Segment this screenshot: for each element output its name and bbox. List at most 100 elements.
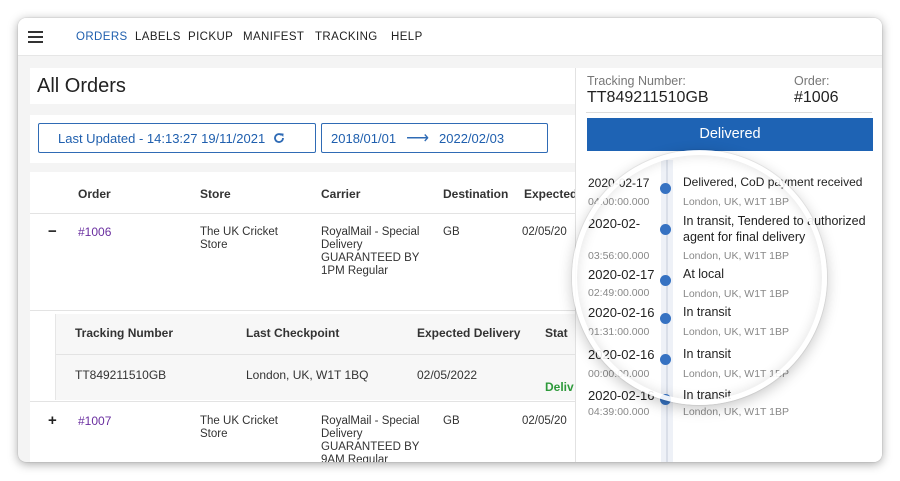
- last-updated-label: Last Updated - 14:13:27 19/11/2021: [58, 130, 266, 146]
- expected-delivery: 02/05/2022: [417, 368, 478, 382]
- store-line: The UK Cricket: [200, 226, 278, 238]
- timeline-line: [666, 160, 668, 462]
- delivery-status-banner: Delivered: [587, 118, 873, 151]
- status-badge: Deliv: [545, 380, 574, 394]
- carrier-line: 1PM Regular: [321, 265, 389, 277]
- store-line: The UK Cricket: [200, 415, 278, 427]
- divider: [30, 310, 575, 311]
- divider: [30, 213, 575, 214]
- shipment-subtable: Tracking Number Last Checkpoint Expected…: [55, 314, 576, 400]
- column-header-store[interactable]: Store: [200, 187, 231, 201]
- event-status: In transit: [683, 388, 731, 402]
- carrier-line: RoyalMail - Special: [321, 415, 420, 427]
- event-location: London, UK, W1T 1BP: [683, 406, 790, 418]
- event-time: 00:00:00.000: [588, 368, 650, 380]
- nav-help[interactable]: HELP: [391, 31, 423, 43]
- order-label: Order:: [794, 74, 830, 88]
- orders-table: Order Store Carrier Destination Expected…: [30, 172, 577, 462]
- event-status: In transit, Tendered to authorized: [683, 214, 866, 228]
- expected-date: 02/05/20: [522, 226, 567, 238]
- divider: [586, 112, 872, 113]
- carrier-line: Delivery: [321, 239, 363, 251]
- event-date: 2020-02-16: [588, 388, 655, 403]
- nav-orders[interactable]: ORDERS: [76, 31, 128, 43]
- last-checkpoint: London, UK, W1T 1BQ: [246, 368, 369, 382]
- sub-header-tracking-number: Tracking Number: [75, 326, 174, 340]
- event-date: 2020-02-16: [588, 305, 655, 320]
- sub-header-status: Stat: [545, 326, 568, 340]
- hamburger-menu-icon[interactable]: [28, 31, 43, 43]
- expected-date: 02/05/20: [522, 415, 567, 427]
- event-time: 01:31:00.000: [588, 326, 650, 338]
- destination: GB: [443, 226, 460, 238]
- event-location: London, UK, W1T 1BP: [683, 288, 790, 300]
- carrier-line: RoyalMail - Special: [321, 226, 420, 238]
- tracking-timeline: 2020-02-17 04:00:00.000 Delivered, CoD p…: [576, 160, 882, 462]
- carrier-name: RoyalMail - Special Delivery GUARANTEED …: [321, 415, 419, 462]
- event-date: 2020-02-17: [588, 267, 655, 282]
- timeline-dot: [660, 394, 671, 405]
- tracking-detail-panel: Tracking Number: TT849211510GB Order: #1…: [575, 68, 882, 462]
- divider: [56, 354, 576, 355]
- app-window: ORDERS LABELS PICKUP MANIFEST TRACKING H…: [18, 18, 882, 462]
- event-date: 2020-02-: [588, 216, 641, 231]
- destination: GB: [443, 415, 460, 427]
- page-title: All Orders: [37, 75, 126, 97]
- event-location: London, UK, W1T 1BP: [683, 326, 790, 338]
- date-from[interactable]: 2018/01/01: [331, 131, 396, 146]
- order-link[interactable]: #1006: [78, 226, 111, 239]
- carrier-line: GUARANTEED BY: [321, 441, 420, 453]
- event-status: At local: [683, 267, 724, 281]
- page-title-card: All Orders: [30, 68, 575, 104]
- nav-pickup[interactable]: PICKUP: [188, 31, 233, 43]
- event-time: 03:56:00.000: [588, 250, 650, 262]
- store-name: The UK Cricket Store: [200, 415, 278, 441]
- column-header-order[interactable]: Order: [78, 187, 111, 201]
- filter-bar: Last Updated - 14:13:27 19/11/2021 2018/…: [30, 115, 575, 163]
- timeline-dot: [660, 183, 671, 194]
- store-line: Store: [200, 428, 228, 440]
- event-time: 04:39:00.000: [588, 406, 650, 418]
- store-name: The UK Cricket Store: [200, 226, 278, 252]
- tracking-number-value: TT849211510GB: [587, 89, 709, 106]
- carrier-line: 9AM Regular: [321, 454, 389, 462]
- event-status: In transit: [683, 305, 731, 319]
- refresh-icon[interactable]: [273, 132, 285, 144]
- top-navigation: ORDERS LABELS PICKUP MANIFEST TRACKING H…: [18, 18, 882, 56]
- timeline-dot: [660, 313, 671, 324]
- sub-header-expected-delivery: Expected Delivery: [417, 326, 521, 340]
- carrier-name: RoyalMail - Special Delivery GUARANTEED …: [321, 226, 419, 278]
- collapse-row-toggle[interactable]: −: [48, 223, 57, 240]
- sub-header-last-checkpoint: Last Checkpoint: [246, 326, 340, 340]
- event-date: 2020-02-16: [588, 347, 655, 362]
- nav-labels[interactable]: LABELS: [135, 31, 181, 43]
- timeline-dot: [660, 224, 671, 235]
- date-range-picker[interactable]: 2018/01/01 ⟶ 2022/02/03: [321, 123, 548, 153]
- event-date: 2020-02-17: [588, 176, 650, 190]
- carrier-line: GUARANTEED BY: [321, 252, 420, 264]
- event-location: London, UK, W1T 1BP: [683, 368, 790, 380]
- divider: [30, 401, 575, 402]
- column-header-destination[interactable]: Destination: [443, 187, 508, 201]
- expand-row-toggle[interactable]: +: [48, 412, 57, 429]
- event-location: London, UK, W1T 1BP: [683, 250, 790, 262]
- column-header-expected[interactable]: Expected: [524, 187, 577, 201]
- event-location: London, UK, W1T 1BP: [683, 196, 790, 208]
- arrow-right-icon: ⟶: [406, 130, 430, 147]
- timeline-dot: [660, 275, 671, 286]
- event-status: Delivered, CoD payment received: [683, 175, 863, 189]
- column-header-carrier[interactable]: Carrier: [321, 187, 360, 201]
- order-link[interactable]: #1007: [78, 415, 111, 428]
- event-time: 02:49:00.000: [588, 287, 650, 299]
- order-value: #1006: [794, 89, 839, 106]
- nav-tracking[interactable]: TRACKING: [315, 31, 378, 43]
- event-status-continued: agent for final delivery: [683, 230, 806, 244]
- last-updated-button[interactable]: Last Updated - 14:13:27 19/11/2021: [38, 123, 316, 153]
- event-status: In transit: [683, 347, 731, 361]
- nav-manifest[interactable]: MANIFEST: [243, 31, 304, 43]
- timeline-dot: [660, 354, 671, 365]
- date-to[interactable]: 2022/02/03: [439, 131, 504, 146]
- event-time: 04:00:00.000: [588, 196, 650, 208]
- tracking-number-link[interactable]: TT849211510GB: [75, 368, 166, 382]
- tracking-number-label: Tracking Number:: [587, 74, 686, 88]
